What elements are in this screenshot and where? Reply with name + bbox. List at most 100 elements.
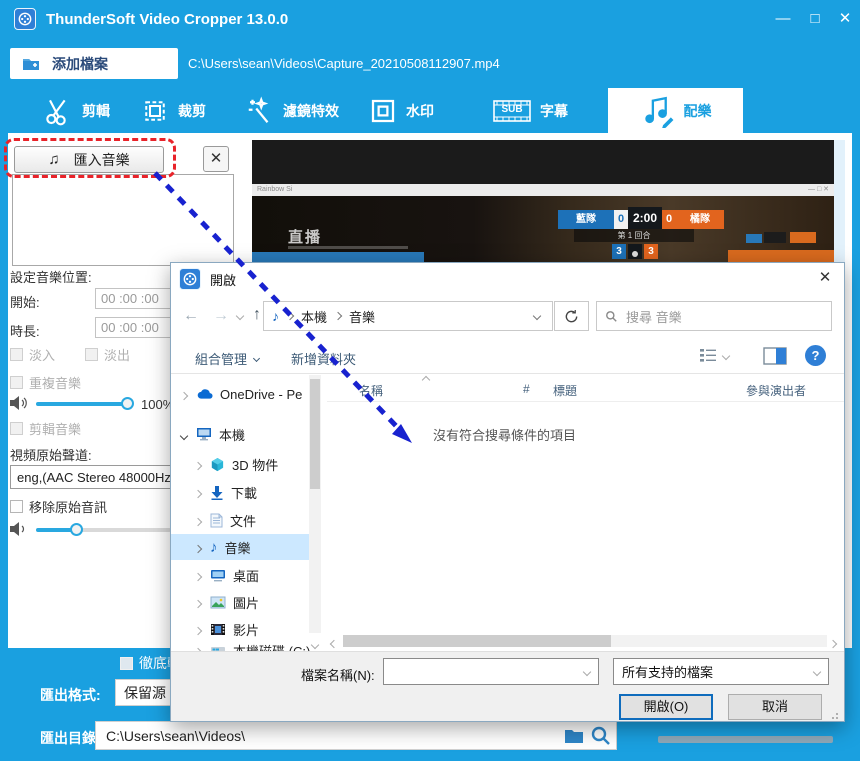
dialog-titlebar[interactable]: 開啟 [171,263,844,295]
help-button[interactable]: ? [805,345,826,366]
fade-out-checkbox[interactable]: 淡出 [85,345,130,364]
add-file-label: 添加檔案 [52,55,108,72]
music-volume-slider[interactable] [36,402,126,406]
history-chevron-icon[interactable] [235,311,245,321]
tree-scrollbar-thumb[interactable] [310,379,320,489]
checkbox-icon [10,422,23,435]
maximize-button[interactable]: □ [802,9,828,29]
player-banner-left [252,252,424,262]
original-volume-thumb[interactable] [70,523,83,536]
expand-icon[interactable] [193,626,203,635]
crumb-dropdown-icon[interactable] [532,311,542,321]
minimize-button[interactable]: — [770,9,796,29]
tab-clip[interactable]: 剪輯 [42,88,142,133]
score-timer: 2:00 [628,207,662,229]
tree-item-music[interactable]: ♪ 音樂 [171,534,321,560]
list-hscrollbar-thumb[interactable] [343,635,611,647]
inner-window-title: Rainbow Si [257,186,293,193]
expand-icon[interactable] [193,489,203,498]
tree-item-desktop[interactable]: 桌面 [193,562,328,588]
music-pencil-icon [640,94,676,128]
back-icon[interactable]: ← [183,307,199,325]
refresh-button[interactable] [554,301,589,331]
letterbox-top [252,140,834,184]
resize-grip[interactable] [831,710,840,719]
expand-icon[interactable] [193,461,203,470]
column-header-name[interactable]: 名稱 [359,382,383,399]
score-right-value: 0 [662,210,676,229]
collapse-icon[interactable] [179,431,189,440]
dialog-title: 開啟 [210,272,237,288]
expand-icon[interactable] [193,572,203,581]
open-folder-search-icon[interactable] [590,725,612,747]
crumb-this-pc[interactable]: 本機 [301,307,327,326]
folder-add-icon [22,56,42,72]
skull-icon [628,244,642,259]
crumb-chevron-icon [333,311,343,321]
filename-input[interactable] [383,658,599,685]
tab-filter-effects[interactable]: 濾鏡特效 [245,88,370,133]
breadcrumb[interactable]: ♪ 本機 音樂 [263,301,553,331]
tab-music[interactable]: 配樂 [608,88,743,133]
inner-window-titlebar: Rainbow Si — □ ✕ [252,184,834,196]
music-volume-thumb[interactable] [121,397,134,410]
column-header-artist[interactable]: 參與演出者 [746,382,806,399]
close-button[interactable]: ✕ [832,9,858,29]
expand-icon[interactable] [193,599,203,608]
search-box[interactable]: 搜尋 音樂 [596,301,832,331]
filename-label: 檔案名稱(N): [301,668,375,683]
remove-music-button[interactable]: ✕ [203,146,229,172]
add-file-button[interactable]: 添加檔案 [10,48,178,79]
watermark-icon [368,96,398,126]
tree-item-onedrive[interactable]: OneDrive - Pe [179,381,314,407]
clip-music-checkbox[interactable]: 剪輯音樂 [10,419,81,438]
hscroll-left-button[interactable] [327,634,341,649]
hud-badge-blue [746,234,762,243]
preview-pane-button[interactable] [763,347,787,365]
tree-item-documents[interactable]: 文件 [193,507,328,533]
dialog-close-button[interactable]: ✕ [811,268,839,290]
score-left-team: 藍隊 [558,210,614,229]
forward-icon[interactable]: → [213,307,229,325]
onedrive-icon [197,389,213,399]
expand-icon[interactable] [193,517,203,526]
search-placeholder: 搜尋 音樂 [626,309,682,325]
tree-item-this-pc[interactable]: 本機 [179,421,314,447]
repeat-music-checkbox[interactable]: 重複音樂 [10,373,81,392]
tab-watermark[interactable]: 水印 [368,88,458,133]
original-volume-track[interactable] [76,528,171,532]
tree-scroll-down-button[interactable] [307,635,323,651]
tree-item-downloads[interactable]: 下載 [193,479,328,505]
up-icon[interactable]: ↑ [253,306,261,324]
expand-icon[interactable] [179,391,189,400]
document-icon [210,513,223,527]
import-music-button[interactable]: ♫ 匯入音樂 [14,146,164,173]
tree-item-pictures[interactable]: 圖片 [193,589,328,615]
view-mode-button[interactable] [699,348,731,363]
subtitle-icon: SUB [492,97,532,125]
app-window: ThunderSoft Video Cropper 13.0.0 — □ ✕ 添… [0,0,860,761]
organize-menu[interactable]: 組合管理 [195,349,261,368]
hscroll-right-button[interactable] [828,634,843,649]
open-button[interactable]: 開啟(O) [619,694,713,720]
list-hscrollbar[interactable] [343,635,827,647]
tree-item-3d-objects[interactable]: 3D 物件 [193,451,328,477]
expand-icon[interactable] [193,544,203,553]
tree-scrollbar[interactable] [309,375,321,633]
column-header-title[interactable]: 標題 [553,382,577,399]
cancel-button[interactable]: 取消 [728,694,822,720]
export-option-checkbox[interactable]: 徹底轉 [120,653,170,673]
export-dir-field[interactable]: C:\Users\sean\Videos\ [95,721,617,750]
column-header-number[interactable]: # [523,382,530,396]
music-list[interactable] [12,174,234,266]
tab-subtitle[interactable]: SUB 字幕 [492,88,597,133]
crumb-music[interactable]: 音樂 [349,307,375,326]
new-folder-button[interactable]: 新增資料夾 [291,349,356,368]
filetype-select[interactable]: 所有支持的檔案 [613,658,829,685]
browse-folder-icon[interactable] [564,728,584,744]
remove-original-audio-checkbox[interactable]: 移除原始音訊 [10,497,107,516]
fade-in-checkbox[interactable]: 淡入 [10,345,55,364]
scissors-icon [42,95,74,127]
tab-crop[interactable]: 裁剪 [140,88,235,133]
organize-dropdown-icon [252,354,261,363]
